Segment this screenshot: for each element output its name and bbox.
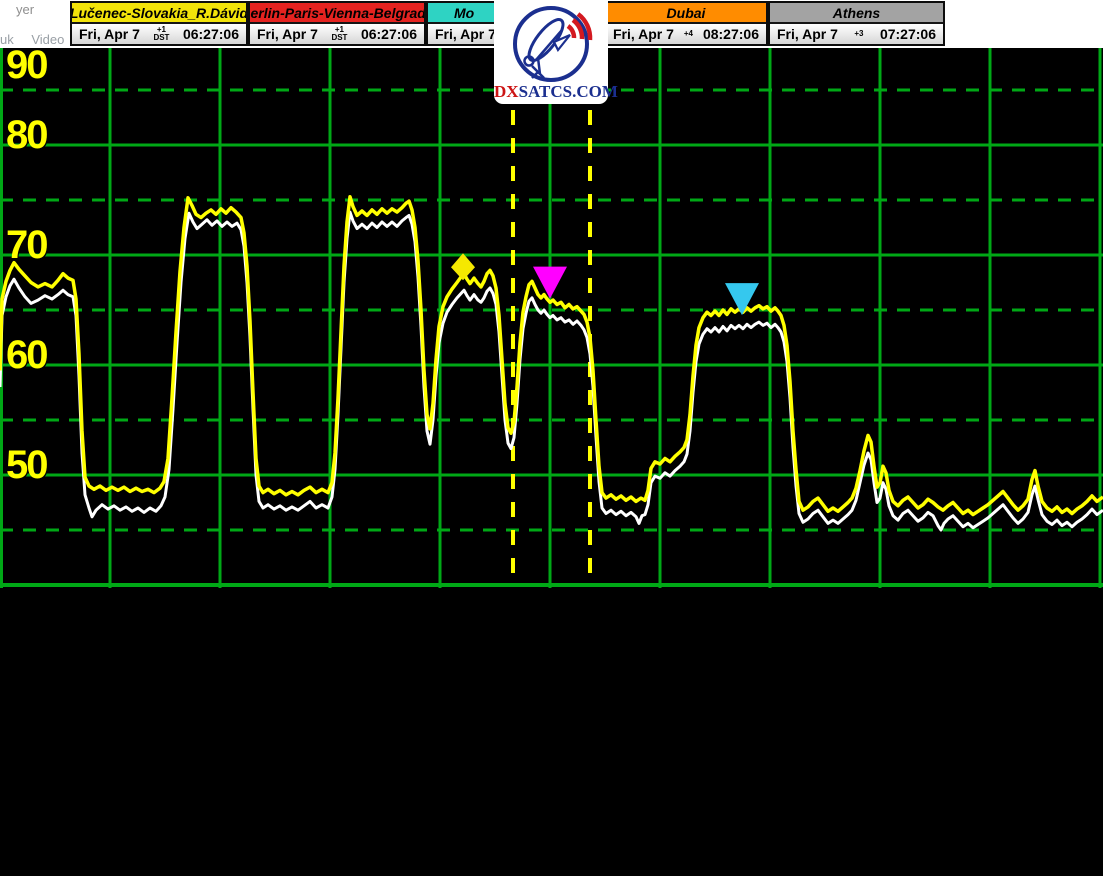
clock-time: 07:27:06 (880, 26, 936, 42)
clock-tz: +4 (684, 30, 693, 38)
clock-time: 06:27:06 (183, 26, 239, 42)
spectrum-chart (0, 48, 1103, 588)
y-tick-50: 50 (6, 446, 47, 484)
clock-date: Fri, Apr 7 (435, 26, 496, 42)
y-tick-70: 70 (6, 226, 47, 264)
y-tick-90: 90 (6, 46, 47, 84)
dxsatcs-logo: DXSATCS.COM (494, 0, 608, 104)
clock-header-1: Berlin-Paris-Vienna-Belgrade (250, 3, 424, 24)
clock-tz: +1DST (153, 26, 169, 42)
clock-date: Fri, Apr 7 (777, 26, 838, 42)
browser-text-remnant: yer (16, 2, 34, 17)
logo-wordmark: DXSATCS.COM (494, 82, 608, 102)
clock-lucenec: Lučenec-Slovakia_R.Dávid Fri, Apr 7 +1DS… (70, 1, 248, 46)
clock-header-4: Athens (770, 3, 943, 24)
clock-athens: Athens Fri, Apr 7 +3 07:27:06 (768, 1, 945, 46)
clock-tz: +3 (854, 30, 863, 38)
y-tick-80: 80 (6, 116, 47, 154)
clock-date: Fri, Apr 7 (79, 26, 140, 42)
satellite-dish-icon (494, 0, 608, 86)
clock-time: 08:27:06 (703, 26, 759, 42)
y-tick-60: 60 (6, 336, 47, 374)
clock-date: Fri, Apr 7 (257, 26, 318, 42)
clock-time: 06:27:06 (361, 26, 417, 42)
clock-header-3: Dubai (606, 3, 766, 24)
clock-dubai: Dubai Fri, Apr 7 +4 08:27:06 (604, 1, 768, 46)
clock-berlin: Berlin-Paris-Vienna-Belgrade Fri, Apr 7 … (248, 1, 426, 46)
spectrum-plot: 90 80 70 60 50 (0, 48, 1103, 588)
clock-header-0: Lučenec-Slovakia_R.Dávid (72, 3, 246, 24)
clock-date: Fri, Apr 7 (613, 26, 674, 42)
analyzer-screen: yer uk Video Lučenec-Slovakia_R.Dávid Fr… (0, 0, 1103, 876)
diamond-marker-icon (451, 253, 475, 280)
clock-tz: +1DST (331, 26, 347, 42)
readout-panel: ◆12340.0 68.7 dBµV ▼12466.5 64.9 dBµV ▼1… (0, 588, 1103, 876)
